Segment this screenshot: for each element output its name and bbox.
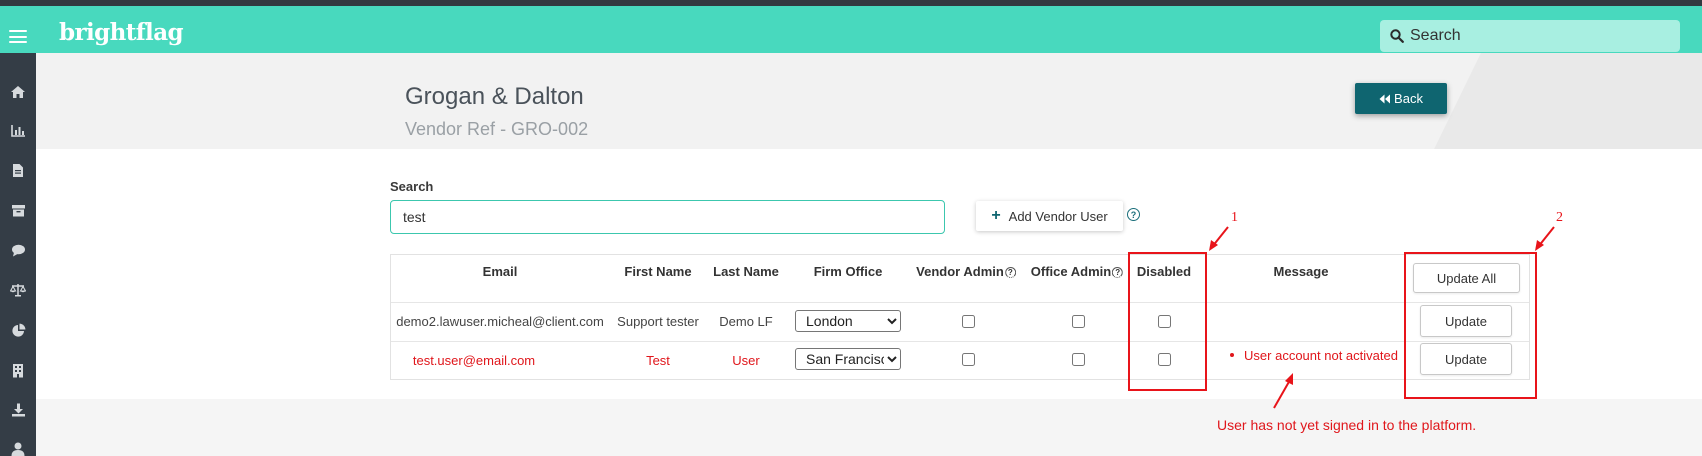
pie-chart-icon[interactable] [9,321,27,339]
row1-vendor-admin-checkbox[interactable] [962,315,975,328]
home-icon[interactable] [9,83,27,101]
row2-vendor-admin-checkbox[interactable] [962,353,975,366]
archive-icon[interactable] [9,201,27,219]
page-title: Grogan & Dalton [405,83,584,110]
column-header-last-name: Last Name [713,264,779,279]
office-admin-header-label: Office Admin [1030,264,1112,279]
column-header-office-admin: Office Admin? [1030,264,1124,279]
global-search-input[interactable] [1410,20,1670,52]
message-bullet [1230,353,1234,357]
user-search-input[interactable] [390,200,945,234]
row2-email: test.user@email.com [412,353,536,368]
row2-last-name: User [732,353,760,368]
annotation-note: User has not yet signed in to the platfo… [1217,417,1477,433]
column-header-email: Email [482,264,518,279]
row2-office-admin-checkbox[interactable] [1072,353,1085,366]
vendor-ref: Vendor Ref - GRO-002 [405,119,589,139]
annotation-box-disabled [1128,252,1207,391]
analytics-icon[interactable] [9,121,27,139]
row2-first-name: Test [646,353,670,368]
row1-first-name: Support tester [617,314,699,329]
sidebar [0,53,36,456]
top-bar: brightflag [0,6,1702,53]
document-icon[interactable] [9,161,27,179]
add-vendor-user-label: Add Vendor User [1008,208,1108,224]
annotation-box-update [1404,252,1537,399]
brand-logo[interactable]: brightflag [59,19,184,46]
office-admin-help-icon[interactable]: ? [1112,267,1124,278]
row2-message: User account not activated [1244,348,1398,363]
download-icon[interactable] [9,401,27,419]
hamburger-menu-icon[interactable] [9,30,27,43]
search-icon [1390,29,1404,43]
row1-firm-office-select[interactable]: London [795,310,901,332]
column-header-firm-office: Firm Office [813,264,883,279]
global-search[interactable] [1380,20,1680,52]
building-icon[interactable] [9,361,27,379]
page-header [36,53,1702,149]
column-header-message: Message [1273,264,1329,279]
row1-office-admin-checkbox[interactable] [1072,315,1085,328]
help-icon[interactable]: ? [1127,208,1140,221]
double-chevron-left-icon [1379,94,1391,103]
annotation-marker-1: 1 [1231,210,1238,225]
back-button[interactable]: Back [1355,83,1447,114]
vendor-admin-help-icon[interactable]: ? [1004,267,1016,278]
column-header-first-name: First Name [624,264,692,279]
annotation-marker-2: 2 [1556,210,1563,225]
row2-firm-office-select[interactable]: San Francisco [795,348,901,370]
row1-email: demo2.lawuser.micheal@client.com [396,314,604,329]
scales-icon[interactable] [9,281,27,299]
row1-last-name: Demo LF [719,314,773,329]
back-button-label: Back [1394,91,1423,106]
column-header-vendor-admin: Vendor Admin? [916,264,1016,279]
plus-icon: + [991,207,1001,224]
user-icon[interactable] [9,440,27,456]
search-label: Search [390,179,434,194]
chat-icon[interactable] [9,241,27,259]
vendor-admin-header-label: Vendor Admin [916,264,1004,279]
add-vendor-user-button[interactable]: + Add Vendor User [976,201,1123,231]
